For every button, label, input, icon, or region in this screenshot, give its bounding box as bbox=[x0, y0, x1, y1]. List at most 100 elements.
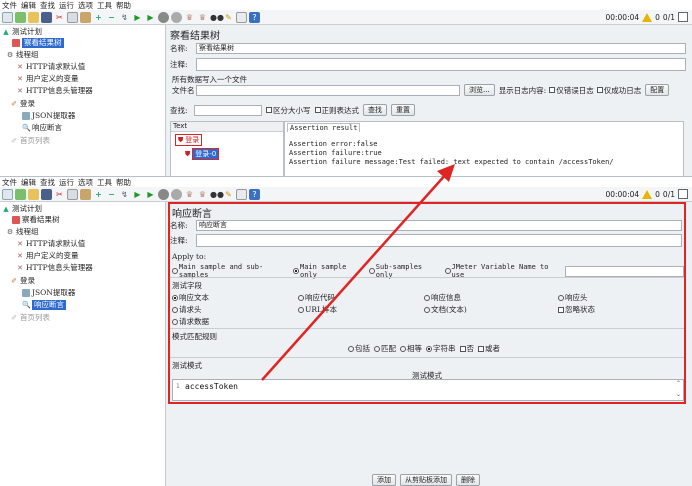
clear-all-icon[interactable]: ♛ bbox=[197, 189, 208, 200]
sample-child[interactable]: ⛊ 登录-0 bbox=[185, 148, 220, 160]
pattern-value[interactable]: accessToken bbox=[185, 382, 238, 391]
menu-file[interactable]: 文件 bbox=[2, 177, 17, 188]
radio-contains[interactable] bbox=[348, 345, 354, 352]
cut-icon[interactable]: ✂ bbox=[54, 12, 65, 23]
stop-icon[interactable] bbox=[158, 11, 169, 23]
tree-node-user-vars[interactable]: ✕ 用户定义的变量 bbox=[16, 251, 78, 261]
menu-file[interactable]: 文件 bbox=[2, 0, 17, 11]
radio-equals[interactable] bbox=[400, 345, 406, 352]
browse-button[interactable]: 浏览... bbox=[464, 84, 495, 96]
add-from-clipboard-button[interactable]: 从剪贴板添加 bbox=[400, 474, 452, 486]
delete-button[interactable]: 删除 bbox=[456, 474, 480, 486]
shutdown-icon[interactable] bbox=[171, 11, 182, 23]
tree-node-login[interactable]: ✐ 登录 bbox=[10, 276, 35, 286]
menu-run[interactable]: 运行 bbox=[59, 177, 74, 188]
comment-field[interactable] bbox=[196, 58, 686, 71]
search-icon[interactable]: ●● bbox=[210, 189, 224, 200]
tree-node-test-plan[interactable]: ▲ 测试计划 bbox=[2, 27, 42, 37]
search-field[interactable] bbox=[194, 104, 262, 116]
tree-node-home[interactable]: ✐ 首页列表 bbox=[10, 313, 50, 323]
menu-tools[interactable]: 工具 bbox=[97, 0, 112, 11]
tree-node-results-tree[interactable]: 察看结果树 bbox=[12, 215, 60, 225]
save-icon[interactable] bbox=[41, 188, 52, 200]
paste-icon[interactable] bbox=[80, 188, 91, 200]
collapse-icon[interactable]: − bbox=[106, 189, 117, 200]
tree-node-assertion[interactable]: 🔍 响应断言 bbox=[22, 123, 62, 133]
success-only-checkbox[interactable] bbox=[596, 87, 603, 93]
warning-icon[interactable] bbox=[642, 12, 653, 22]
field-opt-request-headers[interactable]: 请求头 bbox=[172, 304, 202, 315]
stop-icon[interactable] bbox=[158, 188, 169, 200]
tree-node-thread-group[interactable]: ⚙ 线程组 bbox=[6, 50, 39, 60]
reset-button[interactable]: 重置 bbox=[391, 104, 415, 116]
log-toggle-icon[interactable] bbox=[678, 189, 688, 199]
menu-search[interactable]: 查找 bbox=[40, 0, 55, 11]
paste-icon[interactable] bbox=[80, 11, 91, 23]
tree-node-user-vars[interactable]: ✕ 用户定义的变量 bbox=[16, 74, 78, 84]
tree-node-http-header[interactable]: ✕ HTTP信息头管理器 bbox=[16, 86, 93, 96]
start-no-pause-icon[interactable]: ▶ bbox=[145, 12, 156, 23]
open-icon[interactable] bbox=[28, 188, 39, 200]
tree-node-assertion[interactable]: 🔍 响应断言 bbox=[22, 300, 66, 310]
collapse-icon[interactable]: − bbox=[106, 12, 117, 23]
start-icon[interactable]: ▶ bbox=[132, 189, 143, 200]
field-opt-ignore-status[interactable]: 忽略状态 bbox=[558, 304, 595, 315]
expand-icon[interactable]: + bbox=[93, 189, 104, 200]
name-field[interactable]: 响应断言 bbox=[196, 220, 682, 231]
add-button[interactable]: 添加 bbox=[372, 474, 396, 486]
errors-only-checkbox[interactable] bbox=[549, 87, 556, 93]
clear-icon[interactable]: ♛ bbox=[184, 12, 195, 23]
tree-node-json-extractor[interactable]: JSON提取器 bbox=[22, 111, 75, 121]
menu-run[interactable]: 运行 bbox=[59, 0, 74, 11]
tree-node-http-defaults[interactable]: ✕ HTTP请求默认值 bbox=[16, 62, 85, 72]
field-opt-response-message[interactable]: 响应信息 bbox=[424, 292, 461, 303]
filename-field[interactable] bbox=[196, 84, 460, 96]
copy-icon[interactable] bbox=[67, 188, 78, 200]
function-helper-icon[interactable] bbox=[236, 188, 247, 200]
save-icon[interactable] bbox=[41, 11, 52, 23]
tree-node-json-extractor[interactable]: JSON提取器 bbox=[22, 288, 75, 298]
clear-icon[interactable]: ♛ bbox=[184, 189, 195, 200]
reset-search-icon[interactable]: ✎ bbox=[223, 12, 234, 23]
clear-all-icon[interactable]: ♛ bbox=[197, 12, 208, 23]
radio-jmeter-var[interactable] bbox=[444, 268, 451, 274]
shutdown-icon[interactable] bbox=[171, 188, 182, 200]
field-opt-document[interactable]: 文档(文本) bbox=[424, 304, 467, 315]
tree-node-thread-group[interactable]: ⚙ 线程组 bbox=[6, 227, 39, 237]
name-field[interactable]: 察看结果树 bbox=[196, 43, 686, 54]
field-opt-url[interactable]: URL样本 bbox=[298, 304, 337, 315]
copy-icon[interactable] bbox=[67, 11, 78, 23]
checkbox-not[interactable] bbox=[459, 345, 466, 352]
scroll-up-icon[interactable]: ⌃ bbox=[676, 380, 681, 387]
pattern-table[interactable]: 1 accessToken ⌃ ⌄ bbox=[172, 379, 684, 401]
field-opt-response-code[interactable]: 响应代码 bbox=[298, 292, 335, 303]
help-icon[interactable]: ? bbox=[249, 188, 260, 200]
jmeter-var-field[interactable] bbox=[564, 265, 684, 277]
tree-node-results-tree[interactable]: 察看结果树 bbox=[12, 38, 64, 48]
regex-checkbox[interactable] bbox=[314, 107, 321, 113]
expand-icon[interactable]: + bbox=[93, 12, 104, 23]
menu-search[interactable]: 查找 bbox=[40, 177, 55, 188]
search-icon[interactable]: ●● bbox=[210, 12, 224, 23]
radio-sub-only[interactable] bbox=[368, 268, 375, 274]
find-button[interactable]: 查找 bbox=[363, 104, 387, 116]
log-toggle-icon[interactable] bbox=[678, 12, 688, 22]
configure-button[interactable]: 配置 bbox=[645, 84, 670, 96]
radio-matches[interactable] bbox=[374, 345, 380, 352]
templates-icon[interactable] bbox=[15, 188, 26, 200]
radio-main-and-sub[interactable] bbox=[172, 268, 178, 274]
tree-node-http-defaults[interactable]: ✕ HTTP请求默认值 bbox=[16, 239, 85, 249]
field-opt-response-headers[interactable]: 响应头 bbox=[558, 292, 588, 303]
open-icon[interactable] bbox=[28, 11, 39, 23]
warning-icon[interactable] bbox=[642, 189, 653, 199]
menu-options[interactable]: 选项 bbox=[78, 177, 93, 188]
menu-help[interactable]: 帮助 bbox=[116, 0, 131, 11]
function-helper-icon[interactable] bbox=[236, 11, 247, 23]
checkbox-or[interactable] bbox=[478, 345, 484, 352]
tab-assertion-result[interactable]: Assertion result bbox=[287, 123, 361, 132]
start-no-pause-icon[interactable]: ▶ bbox=[145, 189, 156, 200]
menu-options[interactable]: 选项 bbox=[78, 0, 93, 11]
radio-main-only[interactable] bbox=[293, 268, 299, 274]
menu-tools[interactable]: 工具 bbox=[97, 177, 112, 188]
toggle-icon[interactable]: ↯ bbox=[119, 12, 130, 23]
